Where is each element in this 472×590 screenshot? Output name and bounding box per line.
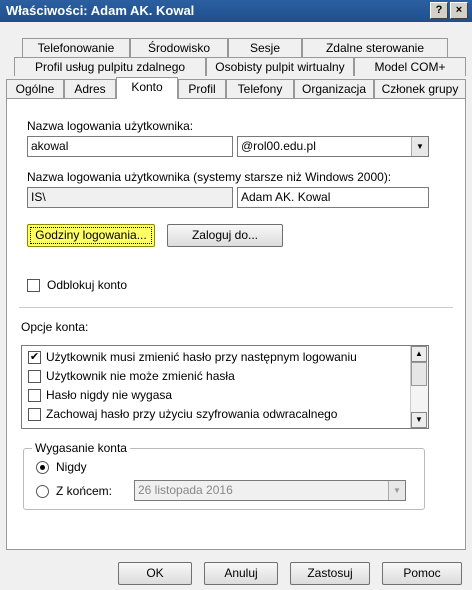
- window-title: Właściwości: Adam AK. Kowal: [6, 3, 195, 18]
- title-bar: Właściwości: Adam AK. Kowal ? ×: [0, 0, 472, 22]
- expiry-date-value: 26 listopada 2016: [138, 483, 233, 497]
- help-footer-button[interactable]: Pomoc: [382, 562, 462, 585]
- end-of-radio[interactable]: [36, 485, 49, 498]
- never-label: Nigdy: [56, 460, 87, 474]
- option-checkbox[interactable]: [28, 389, 41, 402]
- tab-konto[interactable]: Konto: [116, 77, 178, 99]
- tab-profil-uslug-pulpitu[interactable]: Profil usług pulpitu zdalnego: [14, 57, 206, 76]
- account-options-label: Opcje konta:: [21, 320, 89, 334]
- apply-button[interactable]: Zastosuj: [290, 562, 370, 585]
- end-of-label: Z końcem:: [56, 484, 113, 498]
- legacy-logon-input[interactable]: Adam AK. Kowal: [237, 187, 429, 208]
- domain-value: @rol00.edu.pl: [241, 139, 316, 153]
- account-panel: Nazwa logowania użytkownika: akowal @rol…: [6, 98, 466, 550]
- tab-czlonek-grupy[interactable]: Członek grupy: [374, 79, 466, 98]
- never-radio[interactable]: [36, 461, 49, 474]
- tab-profil[interactable]: Profil: [178, 79, 226, 98]
- tab-organizacja[interactable]: Organizacja: [294, 79, 374, 98]
- tab-zdalne-sterowanie[interactable]: Zdalne sterowanie: [302, 38, 448, 57]
- scroll-thumb[interactable]: [411, 362, 427, 386]
- legacy-logon-label: Nazwa logowania użytkownika (systemy sta…: [27, 170, 392, 184]
- chevron-down-icon: ▼: [388, 481, 405, 500]
- list-item[interactable]: ✔ Użytkownik musi zmienić hasło przy nas…: [22, 348, 412, 366]
- account-options-list[interactable]: ✔ Użytkownik musi zmienić hasło przy nas…: [21, 345, 429, 429]
- radio-selected-dot: [40, 465, 45, 470]
- expiry-date-picker: 26 listopada 2016 ▼: [134, 480, 406, 501]
- logon-to-button[interactable]: Zaloguj do...: [167, 224, 283, 247]
- logon-name-label: Nazwa logowania użytkownika:: [27, 119, 194, 133]
- logon-name-input[interactable]: akowal: [27, 136, 233, 157]
- logon-hours-button[interactable]: Godziny logowania...: [27, 224, 155, 247]
- option-label: Użytkownik musi zmienić hasło przy nastę…: [46, 350, 357, 364]
- option-label: Użytkownik nie może zmienić hasła: [46, 369, 235, 383]
- option-checkbox[interactable]: ✔: [28, 351, 41, 364]
- legacy-domain-field: IS\: [27, 187, 233, 208]
- list-item[interactable]: Zachowaj hasło przy użyciu szyfrowania o…: [22, 405, 412, 423]
- scroll-up-icon[interactable]: ▲: [411, 346, 427, 362]
- tab-telefony[interactable]: Telefony: [226, 79, 294, 98]
- scroll-down-icon[interactable]: ▼: [411, 412, 427, 428]
- ok-button[interactable]: OK: [118, 562, 192, 585]
- scrollbar[interactable]: ▲ ▼: [410, 346, 428, 428]
- list-item[interactable]: Hasło nigdy nie wygasa: [22, 386, 412, 404]
- close-button[interactable]: ×: [450, 2, 468, 19]
- tab-adres[interactable]: Adres: [64, 79, 116, 98]
- tab-osobisty-pulpit[interactable]: Osobisty pulpit wirtualny: [206, 57, 354, 76]
- option-label: Hasło nigdy nie wygasa: [46, 388, 173, 402]
- tab-ogolne[interactable]: Ogólne: [6, 79, 64, 98]
- list-item[interactable]: Użytkownik nie może zmienić hasła: [22, 367, 412, 385]
- account-expiry-group: Wygasanie konta Nigdy Z końcem: 26 listo…: [23, 441, 425, 510]
- option-label: Zachowaj hasło przy użyciu szyfrowania o…: [46, 407, 338, 421]
- option-checkbox[interactable]: [28, 370, 41, 383]
- cancel-button[interactable]: Anuluj: [204, 562, 278, 585]
- domain-dropdown[interactable]: @rol00.edu.pl ▼: [237, 136, 429, 157]
- tab-srodowisko[interactable]: Środowisko: [130, 38, 228, 57]
- tab-sesje[interactable]: Sesje: [228, 38, 302, 57]
- chevron-down-icon[interactable]: ▼: [411, 137, 428, 156]
- account-expiry-label: Wygasanie konta: [32, 441, 130, 455]
- tab-model-com[interactable]: Model COM+: [354, 57, 466, 76]
- option-checkbox[interactable]: [28, 408, 41, 421]
- help-button[interactable]: ?: [430, 2, 448, 19]
- divider: [19, 307, 453, 308]
- unlock-account-label: Odblokuj konto: [47, 278, 128, 292]
- unlock-account-checkbox[interactable]: [27, 279, 40, 292]
- tab-telefonowanie[interactable]: Telefonowanie: [22, 38, 130, 57]
